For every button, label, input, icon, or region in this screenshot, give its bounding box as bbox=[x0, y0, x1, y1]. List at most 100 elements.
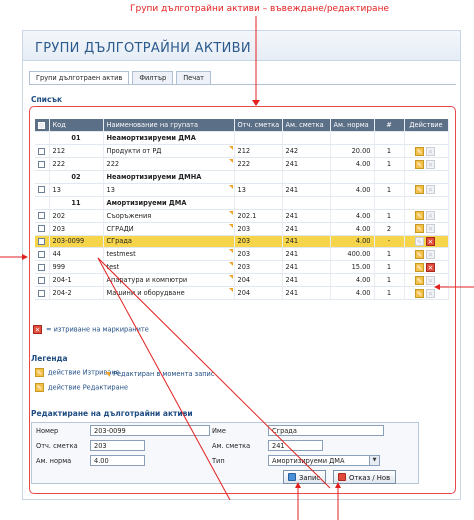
delete-marked-row[interactable]: ✕ = изтриване на маркираните bbox=[33, 325, 149, 334]
save-button[interactable]: Запис bbox=[283, 470, 327, 484]
edit-form: Номер Име Отч. сметка Ам. сметка Ам. нор… bbox=[31, 422, 419, 484]
row-checkbox-cell[interactable] bbox=[35, 183, 50, 197]
row-checkbox-cell[interactable] bbox=[35, 144, 50, 159]
row-checkbox[interactable] bbox=[38, 276, 46, 284]
cell-actions: ✎ ✕ bbox=[404, 209, 449, 223]
row-checkbox[interactable] bbox=[38, 186, 46, 194]
delete-icon[interactable]: ✕ bbox=[426, 224, 435, 234]
edit-icon[interactable]: ✎ bbox=[415, 224, 424, 234]
edit-icon[interactable]: ✎ bbox=[415, 236, 424, 246]
group-row[interactable]: 11 Амортизируеми ДМА bbox=[35, 196, 449, 210]
cell-code: 222 bbox=[49, 157, 104, 172]
delete-icon[interactable]: ✕ bbox=[426, 146, 435, 156]
edit-icon[interactable]: ✎ bbox=[415, 159, 424, 169]
row-checkbox[interactable] bbox=[38, 147, 46, 155]
delete-icon[interactable]: ✕ bbox=[426, 159, 435, 169]
edited-marker-icon bbox=[105, 371, 110, 377]
delete-icon[interactable]: ✕ bbox=[426, 288, 435, 298]
delete-icon[interactable]: ✕ bbox=[426, 211, 435, 221]
delete-icon[interactable]: ✕ bbox=[426, 236, 435, 246]
cell-empty bbox=[234, 170, 283, 184]
table-row[interactable]: 203 СГРАДИ 203 241 4.00 2 ✎ ✕ bbox=[35, 222, 449, 236]
edit-icon[interactable]: ✎ bbox=[415, 288, 424, 298]
chevron-down-icon[interactable]: ▼ bbox=[369, 456, 379, 465]
tab-filter[interactable]: Филтър bbox=[132, 71, 174, 84]
cell-code: 202 bbox=[49, 209, 104, 223]
col-header-name[interactable]: Наименование на групата bbox=[103, 119, 235, 133]
table-row[interactable]: 203-0099 СГрада 203 241 4.00- ✎ ✕ bbox=[35, 235, 449, 249]
edit-icon[interactable]: ✎ bbox=[415, 249, 424, 259]
row-checkbox-cell[interactable] bbox=[35, 235, 50, 249]
row-checkbox-cell[interactable] bbox=[35, 157, 50, 172]
table-row[interactable]: 44 testmest 203 241 400.00 1 ✎ ✕ bbox=[35, 247, 449, 262]
tab-groups[interactable]: Групи дълготраен актив bbox=[29, 71, 130, 84]
tab-bar: Групи дълготраен актив Филтър Печат bbox=[29, 71, 211, 84]
row-checkbox[interactable] bbox=[38, 250, 46, 258]
row-checkbox[interactable] bbox=[38, 289, 46, 297]
cell-account: 203 bbox=[234, 247, 283, 262]
row-checkbox-cell[interactable] bbox=[35, 131, 50, 146]
row-checkbox[interactable] bbox=[38, 225, 46, 233]
table-row[interactable]: 202 Съоръжения 202.1 241 4.00 1 ✎ ✕ bbox=[35, 209, 449, 223]
table-row[interactable]: 212 Продукти от РД 212 242 20.00 1 ✎ ✕ bbox=[35, 144, 449, 159]
group-row[interactable]: 02 Неамортизируеми ДМНА bbox=[35, 170, 449, 184]
table-row[interactable]: 204-2 Машини и оборудване 204 241 4.00 1 ✎ ✕ bbox=[35, 286, 449, 300]
cell-actions: ✎ ✕ bbox=[404, 183, 449, 197]
am-rate-input[interactable] bbox=[90, 455, 145, 466]
col-header-am-account[interactable]: Ам. сметка bbox=[282, 119, 331, 133]
edit-icon[interactable]: ✎ bbox=[415, 275, 424, 285]
am-account-input[interactable] bbox=[268, 440, 323, 451]
cell-actions: ✎ ✕ bbox=[404, 273, 449, 288]
cell-code: 212 bbox=[49, 144, 104, 159]
cell-account: 203 bbox=[234, 235, 283, 249]
cell-code: 11 bbox=[49, 196, 104, 210]
annotation-caption: Групи дълготрайни активи – въвеждане/ред… bbox=[130, 4, 389, 14]
delete-icon[interactable]: ✕ bbox=[426, 249, 435, 259]
table-row[interactable]: 204-1 Апаратура и компютри 204 241 4.00 1 ✎ ✕ bbox=[35, 273, 449, 288]
row-checkbox-cell[interactable] bbox=[35, 247, 50, 262]
legend-marker-label: Редактиран в момента запис bbox=[113, 370, 215, 378]
table-row[interactable]: 13 13 13 241 4.00 1 ✎ ✕ bbox=[35, 183, 449, 197]
delete-icon[interactable]: ✕ bbox=[426, 262, 435, 272]
cancel-new-button[interactable]: Отказ / Нов bbox=[333, 470, 397, 484]
account-input[interactable] bbox=[90, 440, 145, 451]
row-checkbox-cell[interactable] bbox=[35, 209, 50, 223]
type-select[interactable]: Амортизируеми ДМА ▼ bbox=[268, 455, 380, 466]
delete-icon[interactable]: ✕ bbox=[426, 185, 435, 195]
cell-actions: ✎ ✕ bbox=[404, 260, 449, 275]
cell-account: 204 bbox=[234, 286, 283, 300]
cell-name: СГрада bbox=[103, 235, 235, 249]
cell-am-rate: 4.00 bbox=[330, 286, 375, 300]
row-checkbox[interactable] bbox=[38, 263, 46, 271]
cell-am-rate: 4.00 bbox=[330, 157, 375, 172]
edit-icon[interactable]: ✎ bbox=[415, 185, 424, 195]
delete-marked-icon[interactable]: ✕ bbox=[33, 325, 42, 334]
delete-icon[interactable]: ✕ bbox=[426, 275, 435, 285]
row-checkbox[interactable] bbox=[38, 160, 46, 168]
edit-icon[interactable]: ✎ bbox=[415, 262, 424, 272]
col-header-code[interactable]: Код bbox=[49, 119, 104, 133]
table-row[interactable]: 222 222 222 241 4.00 1 ✎ ✕ bbox=[35, 157, 449, 172]
row-checkbox-cell[interactable] bbox=[35, 170, 50, 184]
col-header-am-rate[interactable]: Ам. норма bbox=[330, 119, 375, 133]
cell-name: Апаратура и компютри bbox=[103, 273, 235, 288]
row-checkbox-cell[interactable] bbox=[35, 273, 50, 288]
select-all-header[interactable] bbox=[35, 119, 50, 133]
edit-icon[interactable]: ✎ bbox=[415, 146, 424, 156]
row-checkbox-cell[interactable] bbox=[35, 286, 50, 300]
tab-print[interactable]: Печат bbox=[176, 71, 211, 84]
row-checkbox-cell[interactable] bbox=[35, 196, 50, 210]
row-checkbox[interactable] bbox=[38, 237, 46, 245]
table-row[interactable]: 999 test 203 241 15.00 1 ✎ ✕ bbox=[35, 260, 449, 275]
col-header-count[interactable]: # bbox=[374, 119, 405, 133]
select-all-checkbox[interactable] bbox=[38, 121, 46, 129]
cell-account: 212 bbox=[234, 144, 283, 159]
row-checkbox[interactable] bbox=[38, 212, 46, 220]
number-input[interactable] bbox=[90, 425, 210, 436]
group-row[interactable]: 01 Неамортизируеми ДМА bbox=[35, 131, 449, 146]
col-header-account[interactable]: Отч. сметка bbox=[234, 119, 283, 133]
row-checkbox-cell[interactable] bbox=[35, 222, 50, 236]
name-input[interactable] bbox=[268, 425, 384, 436]
row-checkbox-cell[interactable] bbox=[35, 260, 50, 275]
edit-icon[interactable]: ✎ bbox=[415, 211, 424, 221]
